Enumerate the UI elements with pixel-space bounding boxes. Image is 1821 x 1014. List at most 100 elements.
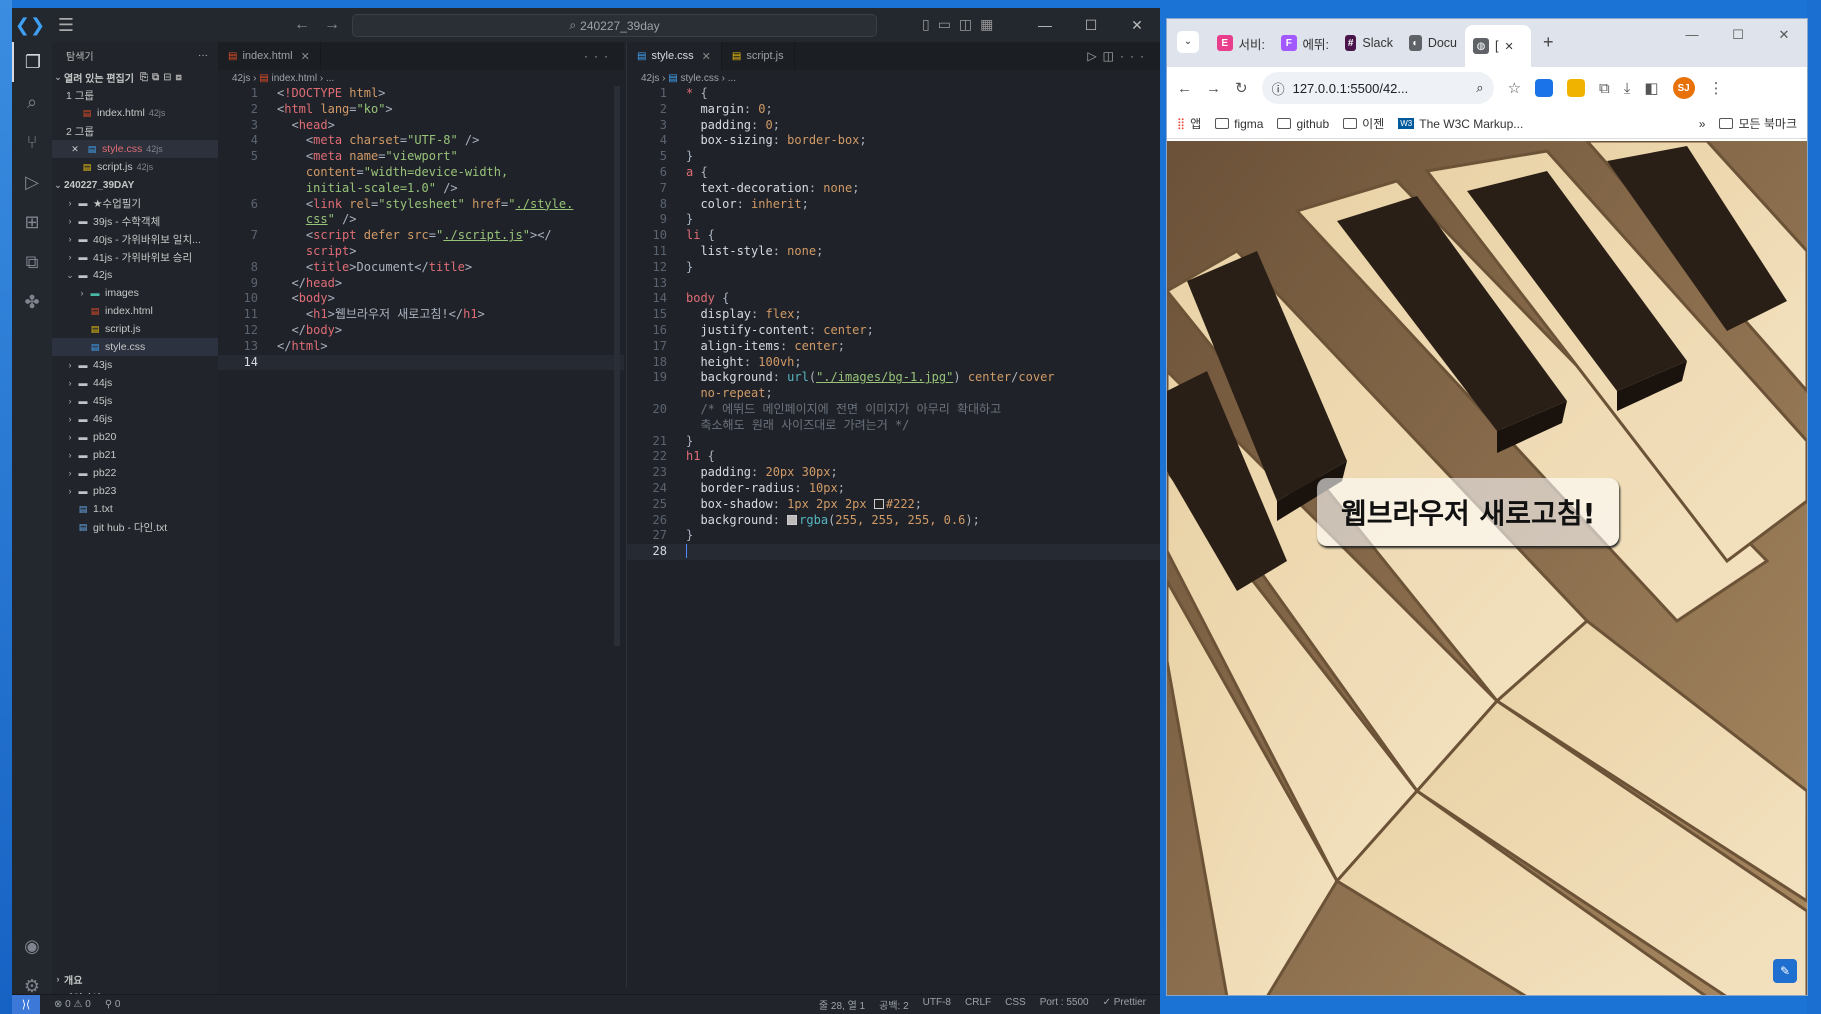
cursor-position[interactable]: 줄 28, 열 1 xyxy=(819,997,865,1012)
close-tab-icon[interactable]: ✕ xyxy=(702,50,711,63)
chrome-menu-icon[interactable]: ⋮ xyxy=(1709,79,1724,97)
run-icon[interactable]: ▷ xyxy=(1087,49,1102,63)
close-icon[interactable]: ✕ xyxy=(68,144,82,155)
breadcrumb[interactable]: 42js › ▤ index.html › ... xyxy=(218,70,624,86)
extension-icon[interactable] xyxy=(1535,79,1554,97)
remote-explorer-icon[interactable]: ⧉ xyxy=(12,242,52,282)
close-tab-icon[interactable]: ✕ xyxy=(1504,40,1513,53)
extension-icon[interactable] xyxy=(1567,79,1586,97)
breadcrumb[interactable]: 42js › ▤ style.css › ... xyxy=(627,70,1160,86)
tree-item[interactable]: › ▬ 39js - 수학객체 xyxy=(52,212,218,230)
live-server-port[interactable]: Port : 5500 xyxy=(1040,997,1089,1012)
source-control-icon[interactable]: ⑂ xyxy=(12,122,52,162)
browser-tab[interactable]: E 서비: xyxy=(1209,25,1273,61)
tree-item[interactable]: › ▬ pb22 xyxy=(52,464,218,482)
tree-item[interactable]: › ▬ 41js - 가위바위보 승리 xyxy=(52,248,218,266)
tab-style-css[interactable]: ▤ style.css ✕ xyxy=(627,42,722,70)
line-ending[interactable]: CRLF xyxy=(965,997,991,1012)
zoom-icon[interactable]: ⌕ xyxy=(1476,80,1483,96)
close-button[interactable]: ✕ xyxy=(1114,8,1160,42)
tree-item[interactable]: › ▬ images xyxy=(52,284,218,302)
close-tab-icon[interactable]: ✕ xyxy=(301,50,310,63)
tab-search-icon[interactable]: ⌄ xyxy=(1177,31,1199,53)
download-icon[interactable]: ⤓ xyxy=(1624,80,1631,97)
encoding[interactable]: UTF-8 xyxy=(923,997,951,1012)
bookmark-github[interactable]: github xyxy=(1277,117,1329,131)
new-tab-button[interactable]: + xyxy=(1543,32,1554,53)
code-editor-css[interactable]: 1 * { 2 margin: 0; 3 padding: 0; 4 box-si… xyxy=(627,86,1160,560)
chrome-maximize-button[interactable]: ☐ xyxy=(1715,27,1761,43)
more-bookmarks-icon[interactable]: » xyxy=(1699,117,1706,131)
chrome-close-button[interactable]: ✕ xyxy=(1761,27,1807,43)
tree-item[interactable]: ▤ script.js xyxy=(52,320,218,338)
bookmark-ezen[interactable]: 이젠 xyxy=(1343,115,1384,132)
tree-item[interactable]: ⌄ ▬ 42js xyxy=(52,266,218,284)
more-actions-icon[interactable]: ··· xyxy=(198,50,208,61)
back-icon[interactable]: ← xyxy=(1177,80,1192,97)
side-panel-icon[interactable]: ◧ xyxy=(1644,79,1658,97)
browser-tab[interactable]: ◍ [✕ xyxy=(1465,25,1531,67)
prettier-status[interactable]: ✓ Prettier xyxy=(1103,997,1146,1012)
browser-tab[interactable]: F 에뛰: xyxy=(1273,25,1337,61)
tree-item[interactable]: › ▬ 45js xyxy=(52,392,218,410)
editor-more-actions-icon[interactable]: ··· xyxy=(1120,49,1150,63)
scrollbar[interactable] xyxy=(614,86,620,646)
search-icon[interactable]: ⌕ xyxy=(12,82,52,122)
tree-item[interactable]: › ▬ 44js xyxy=(52,374,218,392)
tree-item[interactable]: ▤ style.css xyxy=(52,338,218,356)
explorer-icon[interactable]: ❐ xyxy=(12,42,52,82)
editor-more-actions-icon[interactable]: ··· xyxy=(584,42,624,70)
maximize-button[interactable]: ☐ xyxy=(1068,8,1114,42)
open-editors-actions[interactable]: ⎘⧉⊟⧈ xyxy=(140,72,186,83)
account-icon[interactable]: ◉ xyxy=(12,926,52,966)
open-editor-item[interactable]: ▤ index.html 42js xyxy=(52,104,218,122)
bookmark-star-icon[interactable]: ☆ xyxy=(1508,79,1521,97)
site-info-icon[interactable]: ⓘ xyxy=(1272,79,1285,98)
outline-section[interactable]: › 개요 xyxy=(52,970,218,988)
color-swatch[interactable] xyxy=(787,514,798,525)
language-mode[interactable]: CSS xyxy=(1005,997,1026,1012)
tree-item[interactable]: › ▬ 43js xyxy=(52,356,218,374)
nav-back-forward[interactable]: ←→ xyxy=(294,16,354,34)
extensions-puzzle-icon[interactable]: ⧉ xyxy=(1599,80,1610,97)
open-editor-item[interactable]: ▤ script.js 42js xyxy=(52,158,218,176)
tree-item[interactable]: › ▬ pb23 xyxy=(52,482,218,500)
code-editor-html[interactable]: 1 <!DOCTYPE html> 2 <html lang="ko"> 3 <he… xyxy=(218,86,624,371)
tree-item[interactable]: › ▬ pb21 xyxy=(52,446,218,464)
tree-item[interactable]: › ▬ ★수업필기 xyxy=(52,194,218,212)
tab-index-html[interactable]: ▤ index.html ✕ xyxy=(218,42,321,70)
ports-count[interactable]: ⚲ 0 xyxy=(105,999,121,1010)
tree-item[interactable]: ▤ 1.txt xyxy=(52,500,218,518)
open-editors-header[interactable]: ⌄ 열려 있는 편집기 ⎘⧉⊟⧈ xyxy=(52,68,218,86)
menu-icon[interactable]: ☰ xyxy=(48,15,84,36)
color-swatch[interactable] xyxy=(873,498,884,509)
bookmark-figma[interactable]: figma xyxy=(1215,117,1263,131)
tree-item[interactable]: ▤ git hub - 다인.txt xyxy=(52,518,218,536)
split-editor-icon[interactable]: ◫ xyxy=(1103,49,1120,63)
layout-toggle-icons[interactable]: ▯▭◫▦ xyxy=(922,16,1001,33)
tree-item[interactable]: › ▬ 40js - 가위바위보 일치... xyxy=(52,230,218,248)
extensions-icon[interactable]: ⊞ xyxy=(12,202,52,242)
bookmark-w3c[interactable]: W3 The W3C Markup... xyxy=(1398,117,1523,131)
browser-tab[interactable]: # Slack xyxy=(1337,25,1401,61)
bookmark-apps[interactable]: ⣿ 앱 xyxy=(1177,115,1201,132)
all-bookmarks[interactable]: 모든 북마크 xyxy=(1719,115,1797,132)
eyedropper-icon[interactable]: ✎ xyxy=(1773,959,1797,983)
indentation[interactable]: 공백: 2 xyxy=(879,997,909,1012)
reload-icon[interactable]: ↻ xyxy=(1235,79,1248,97)
command-center[interactable]: ⌕ 240227_39day xyxy=(352,14,877,37)
minimize-button[interactable]: — xyxy=(1022,8,1068,42)
forward-icon[interactable]: → xyxy=(1206,80,1221,97)
profile-avatar[interactable]: SJ xyxy=(1672,77,1695,99)
remote-indicator-icon[interactable]: ⟩⟨ xyxy=(12,994,40,1014)
testing-icon[interactable]: ✤ xyxy=(12,282,52,322)
problems-count[interactable]: ⊗ 0 ⚠ 0 xyxy=(54,999,91,1010)
tab-script-js[interactable]: ▤ script.js xyxy=(722,42,795,70)
chrome-minimize-button[interactable]: — xyxy=(1669,27,1715,43)
open-editor-item[interactable]: ✕ ▤ style.css 42js xyxy=(52,140,218,158)
address-bar[interactable]: ⓘ 127.0.0.1:5500/42... ⌕ xyxy=(1261,72,1494,104)
workspace-header[interactable]: ⌄ 240227_39DAY xyxy=(52,176,218,194)
tree-item[interactable]: › ▬ pb20 xyxy=(52,428,218,446)
run-debug-icon[interactable]: ▷ xyxy=(12,162,52,202)
tree-item[interactable]: ▤ index.html xyxy=(52,302,218,320)
